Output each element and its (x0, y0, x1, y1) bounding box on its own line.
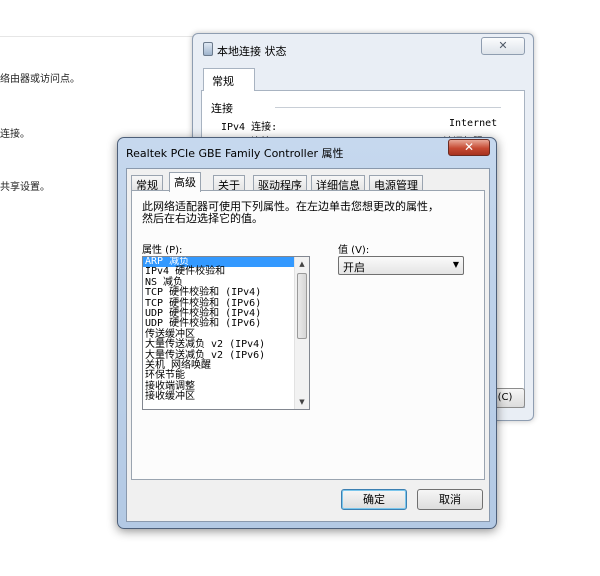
network-icon (203, 42, 213, 56)
property-listbox[interactable]: ARP 减负 IPv4 硬件校验和 NS 减负 TCP 硬件校验和 (IPv4)… (142, 256, 310, 410)
dialog-close-button[interactable]: ✕ (448, 139, 490, 156)
background-text-2: 连接。 (0, 129, 30, 140)
tab-driver[interactable]: 驱动程序 (253, 175, 307, 192)
properties-dialog: Realtek PCIe GBE Family Controller 属性 ✕ … (117, 137, 497, 529)
background-text-3: 共享设置。 (0, 182, 50, 193)
ipv4-label: IPv4 连接: (221, 122, 278, 133)
ok-button[interactable]: 确定 (341, 489, 407, 510)
dialog-title: Realtek PCIe GBE Family Controller 属性 (126, 147, 344, 160)
description-text: 此网络适配器可使用下列属性。在左边单击您想更改的属性，然后在右边选择它的值。 (142, 200, 439, 225)
list-scrollbar[interactable]: ▲ ▼ (294, 257, 309, 409)
ipv4-value: Internet (449, 118, 498, 129)
cancel-button[interactable]: 取消 (417, 489, 483, 510)
list-item[interactable]: 大量传送减负 v2 (IPv4) (143, 339, 309, 350)
background-separator (0, 36, 196, 37)
advanced-tab-panel: 此网络适配器可使用下列属性。在左边单击您想更改的属性，然后在右边选择它的值。 属… (131, 190, 485, 480)
background-text-1: 络由器或访问点。 (0, 74, 80, 85)
property-label: 属性 (P): (142, 245, 183, 256)
dropdown-arrow-icon: ▼ (452, 260, 459, 269)
list-item[interactable]: TCP 硬件校验和 (IPv4) (143, 287, 309, 298)
status-tab-general[interactable]: 常规 (203, 68, 255, 91)
tab-general[interactable]: 常规 (131, 175, 163, 192)
dialog-body: 常规 高级 关于 驱动程序 详细信息 电源管理 此网络适配器可使用下列属性。在左… (126, 168, 490, 522)
value-select-text: 开启 (343, 261, 365, 274)
value-select[interactable]: 开启 ▼ (338, 256, 464, 275)
scrollbar-thumb[interactable] (297, 273, 307, 339)
scroll-down-arrow-icon[interactable]: ▼ (295, 395, 309, 409)
connection-group-label: 连接 (211, 102, 233, 115)
tab-power-management[interactable]: 电源管理 (369, 175, 423, 192)
tab-about[interactable]: 关于 (213, 175, 245, 192)
list-item[interactable]: 接收缓冲区 (143, 391, 309, 402)
tab-details[interactable]: 详细信息 (311, 175, 365, 192)
value-label: 值 (V): (338, 245, 370, 256)
tab-advanced[interactable]: 高级 (169, 172, 201, 192)
group-divider (275, 107, 501, 108)
scroll-up-arrow-icon[interactable]: ▲ (295, 257, 309, 271)
status-window-title: 本地连接 状态 (217, 45, 287, 58)
status-close-button[interactable]: ✕ (481, 37, 525, 55)
